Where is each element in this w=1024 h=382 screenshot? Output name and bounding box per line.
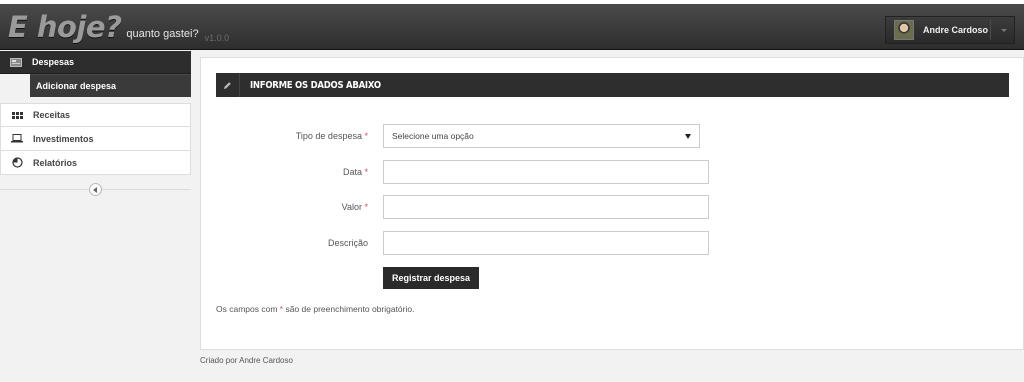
sidebar-item-investimentos[interactable]: Investimentos bbox=[0, 127, 191, 151]
descricao-field[interactable] bbox=[383, 231, 709, 255]
sidebar-item-label: Investimentos bbox=[33, 133, 94, 144]
label-tipo-despesa: Tipo de despesa * bbox=[201, 131, 368, 141]
required-mark: * bbox=[364, 202, 368, 212]
required-mark: * bbox=[364, 131, 368, 141]
sidebar-item-relatorios[interactable]: Relatórios bbox=[0, 151, 191, 175]
sidebar-item-label: Relatórios bbox=[33, 157, 78, 168]
footer-credit: Criado por Andre Cardoso bbox=[200, 356, 293, 365]
label-text: Data bbox=[342, 167, 362, 177]
brand-tagline: quanto gastei? bbox=[126, 28, 199, 40]
brand-logo[interactable]: E hoje? bbox=[8, 10, 122, 44]
brand[interactable]: E hoje? quanto gastei? v1.0.0 bbox=[8, 10, 229, 44]
panel-title: INFORME OS DADOS ABAIXO bbox=[250, 79, 381, 91]
label-text: Tipo de despesa bbox=[295, 131, 362, 141]
laptop-icon bbox=[1, 134, 33, 143]
sidebar-item-receitas[interactable]: Receitas bbox=[0, 103, 191, 127]
user-menu-button[interactable]: Andre Cardoso bbox=[885, 16, 1015, 44]
label-descricao: Descrição bbox=[201, 238, 368, 248]
app-version: v1.0.0 bbox=[204, 33, 230, 43]
pie-chart-icon bbox=[1, 157, 33, 168]
sidebar-item-label: Receitas bbox=[33, 110, 71, 120]
valor-field[interactable] bbox=[383, 195, 709, 219]
sidebar-item-despesas[interactable]: Despesas bbox=[0, 51, 191, 74]
select-value: Selecione uma opção bbox=[392, 131, 474, 141]
pencil-icon bbox=[216, 73, 240, 97]
sidebar-item-label: Despesas bbox=[32, 57, 75, 67]
label-valor: Valor * bbox=[201, 202, 368, 212]
note-text: são de preenchimento obrigatório. bbox=[285, 304, 415, 314]
data-field[interactable] bbox=[383, 160, 709, 184]
sidebar-collapse-row bbox=[0, 175, 191, 205]
required-fields-note: Os campos com * são de preenchimento obr… bbox=[216, 304, 414, 314]
sidebar-collapse-button[interactable] bbox=[89, 183, 102, 196]
sidebar-subitem-adicionar-despesa[interactable]: Adicionar despesa bbox=[30, 74, 191, 97]
avatar bbox=[894, 20, 914, 40]
caret-down-icon bbox=[685, 134, 691, 139]
required-mark: * bbox=[279, 304, 284, 314]
required-mark: * bbox=[364, 167, 368, 177]
label-text: Valor bbox=[341, 202, 362, 212]
label-data: Data * bbox=[201, 167, 368, 177]
sidebar: Despesas Adicionar despesa Receitas Inve… bbox=[0, 51, 191, 205]
grid-icon bbox=[1, 111, 33, 119]
note-text: Os campos com bbox=[216, 304, 278, 314]
registrar-despesa-button[interactable]: Registrar despesa bbox=[383, 267, 479, 289]
form-panel: INFORME OS DADOS ABAIXO Tipo de despesa … bbox=[200, 57, 1024, 350]
tipo-despesa-select[interactable]: Selecione uma opção bbox=[383, 124, 700, 148]
user-menu-divider bbox=[990, 20, 991, 40]
wallet-icon bbox=[0, 57, 32, 67]
chevron-down-icon[interactable] bbox=[1001, 29, 1007, 32]
panel-header: INFORME OS DADOS ABAIXO bbox=[216, 73, 1009, 97]
top-navbar: E hoje? quanto gastei? v1.0.0 Andre Card… bbox=[0, 0, 1024, 50]
chevron-left-icon bbox=[93, 186, 97, 193]
user-name: Andre Cardoso bbox=[923, 25, 989, 35]
label-text: Descrição bbox=[327, 238, 368, 248]
